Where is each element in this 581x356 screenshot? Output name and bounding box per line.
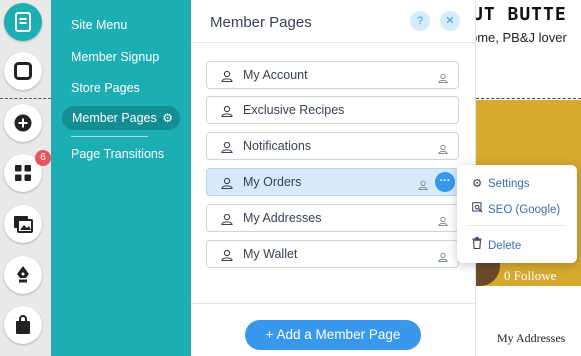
panel-header-divider [191,42,475,43]
trash-icon [472,237,488,252]
page-label: Notifications [243,139,312,153]
member-only-icon [418,177,428,195]
seo-search-icon [472,202,488,216]
menu-item-store-pages[interactable]: Store Pages [71,81,140,95]
page-row-my-orders[interactable]: My Orders ··· [206,168,459,196]
background-icon[interactable] [4,52,42,90]
add-icon[interactable] [4,104,42,142]
dropdown-delete[interactable]: Delete [472,237,521,252]
close-icon[interactable]: ✕ [440,11,460,31]
member-pages-panel: Member Pages ? ✕ My Account Exclusive Re… [191,0,476,356]
panel-footer-divider [191,303,475,304]
dropdown-divider [469,225,565,226]
page-label: My Wallet [243,247,298,261]
rail-divider [0,98,51,99]
member-page-icon [221,140,233,158]
page-label: My Orders [243,175,302,189]
member-page-icon [221,104,233,122]
preview-site-title: UT BUTTE [476,4,567,25]
menu-divider [71,136,148,137]
help-icon[interactable]: ? [410,11,430,31]
add-member-page-button[interactable]: + Add a Member Page [245,320,421,350]
pages-menu-icon[interactable] [4,3,42,41]
menu-item-member-pages[interactable]: Member Pages ⚙ [62,106,180,130]
page-actions-dropdown: ⚙ Settings SEO (Google) Delete [457,165,577,263]
member-only-icon [438,141,448,159]
menu-item-member-signup[interactable]: Member Signup [71,50,159,64]
page-label: Exclusive Recipes [243,103,345,117]
page-row-my-addresses[interactable]: My Addresses [206,204,459,232]
page-label: My Account [243,68,308,82]
dropdown-settings[interactable]: ⚙ Settings [472,176,530,190]
dropdown-settings-label: Settings [488,178,530,190]
more-actions-icon[interactable]: ··· [435,172,455,192]
member-only-icon [438,70,448,88]
preview-followers-text: 0 Followe [504,268,557,283]
member-page-icon [221,176,233,194]
panel-title: Member Pages [210,14,312,31]
dropdown-delete-label: Delete [488,240,522,252]
member-only-icon [438,213,448,231]
gear-icon[interactable]: ⚙ [162,106,173,130]
dropdown-seo-label: SEO (Google) [488,204,561,216]
media-icon[interactable] [4,205,42,243]
blog-pen-icon[interactable] [4,256,42,294]
member-only-icon [438,249,448,267]
preview-tagline: ome, PB&J lover [476,30,567,45]
gear-icon: ⚙ [472,178,483,190]
preview-my-addresses-link: My Addresses [497,331,566,345]
apps-notification-badge: 6 [35,150,51,166]
menu-item-site-menu[interactable]: Site Menu [71,18,127,32]
member-page-icon [221,248,233,266]
preview-header-divider [476,98,581,99]
member-page-icon [221,69,233,87]
menu-item-member-pages-label: Member Pages [72,111,157,125]
page-row-my-wallet[interactable]: My Wallet [206,240,459,268]
member-page-icon [221,212,233,230]
site-menu-panel: Site Menu Member Signup Store Pages Memb… [51,0,191,356]
page-row-notifications[interactable]: Notifications [206,132,459,160]
menu-item-page-transitions[interactable]: Page Transitions [71,147,164,161]
store-bag-icon[interactable] [4,306,42,344]
page-row-my-account[interactable]: My Account [206,61,459,89]
dropdown-seo[interactable]: SEO (Google) [472,202,560,216]
left-toolbar: 6 [0,0,51,356]
page-label: My Addresses [243,211,322,225]
page-row-exclusive-recipes[interactable]: Exclusive Recipes [206,96,459,124]
